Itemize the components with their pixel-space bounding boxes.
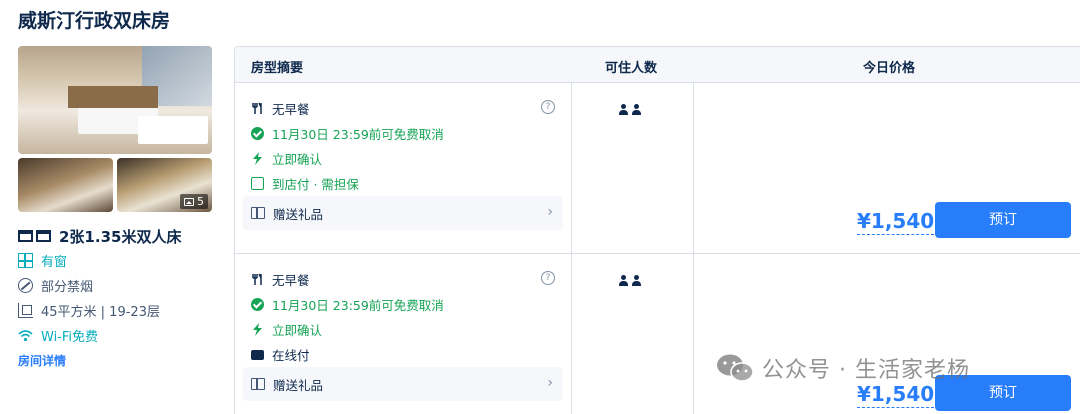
header-price: 今日价格 [863, 61, 916, 76]
price: ¥1,540 [857, 382, 935, 408]
gift-icon [251, 207, 265, 219]
meal-perk: 无早餐 [251, 99, 310, 118]
table-row: 无早餐 ? 11月30日 23:59前可免费取消 立即确认 在线付 赠送礼品 ›… [235, 254, 1080, 414]
room-details-link[interactable]: 房间详情 [18, 352, 66, 369]
gift-row[interactable]: 赠送礼品 › [243, 367, 563, 401]
check-circle-icon [251, 127, 264, 140]
lightning-icon [251, 152, 264, 165]
person-icon [632, 104, 641, 115]
room-photos[interactable]: 5 [18, 46, 212, 212]
header-summary: 房型摘要 [251, 61, 304, 76]
book-button[interactable]: 预订 [935, 202, 1071, 238]
watermark: 公众号 · 生活家老杨 [716, 352, 970, 384]
no-smoking-icon [18, 278, 33, 293]
chevron-right-icon: › [547, 375, 553, 391]
person-icon [632, 275, 641, 286]
feature-smoking: 部分禁烟 [18, 276, 93, 295]
thumbnail-photo-more[interactable]: 5 [117, 158, 212, 212]
fork-knife-icon [251, 102, 264, 115]
card-icon [251, 177, 264, 190]
area-icon [18, 303, 33, 318]
wifi-icon [18, 328, 33, 343]
person-icon [619, 275, 628, 286]
help-icon[interactable]: ? [541, 271, 555, 285]
feature-wifi: Wi-Fi免费 [18, 326, 98, 345]
occupancy-icons [619, 275, 641, 286]
window-icon [18, 253, 33, 268]
feature-area-floor: 45平方米 | 19-23层 [18, 301, 160, 320]
wechat-icon [716, 353, 754, 383]
payment-method: 在线付 [251, 345, 310, 364]
person-icon [619, 104, 628, 115]
fork-knife-icon [251, 273, 264, 286]
card-icon [251, 349, 264, 360]
chevron-right-icon: › [547, 204, 553, 220]
cancel-policy[interactable]: 11月30日 23:59前可免费取消 [251, 295, 444, 314]
table-row: 无早餐 ? 11月30日 23:59前可免费取消 立即确认 到店付 · 需担保 … [235, 83, 1080, 254]
cancel-policy[interactable]: 11月30日 23:59前可免费取消 [251, 124, 444, 143]
bed-info: 2张1.35米双人床 [18, 226, 181, 247]
occupancy-icons [619, 104, 641, 115]
photo-count-badge: 5 [180, 194, 208, 209]
lightning-icon [251, 323, 264, 336]
gift-row[interactable]: 赠送礼品 › [243, 196, 563, 230]
header-occupancy: 可住人数 [605, 61, 658, 76]
image-icon [184, 197, 194, 206]
bed-icon [18, 229, 51, 244]
check-circle-icon [251, 298, 264, 311]
room-title: 威斯汀行政双床房 [18, 10, 171, 32]
payment-method: 到店付 · 需担保 [251, 174, 359, 193]
instant-confirm: 立即确认 [251, 149, 322, 168]
price: ¥1,540 [857, 209, 935, 235]
instant-confirm: 立即确认 [251, 320, 322, 339]
help-icon[interactable]: ? [541, 100, 555, 114]
meal-perk: 无早餐 [251, 270, 310, 289]
main-room-photo[interactable] [18, 46, 212, 154]
feature-window: 有窗 [18, 251, 67, 270]
thumbnail-photo[interactable] [18, 158, 113, 212]
table-header: 房型摘要 可住人数 今日价格 [235, 47, 1080, 83]
gift-icon [251, 378, 265, 390]
